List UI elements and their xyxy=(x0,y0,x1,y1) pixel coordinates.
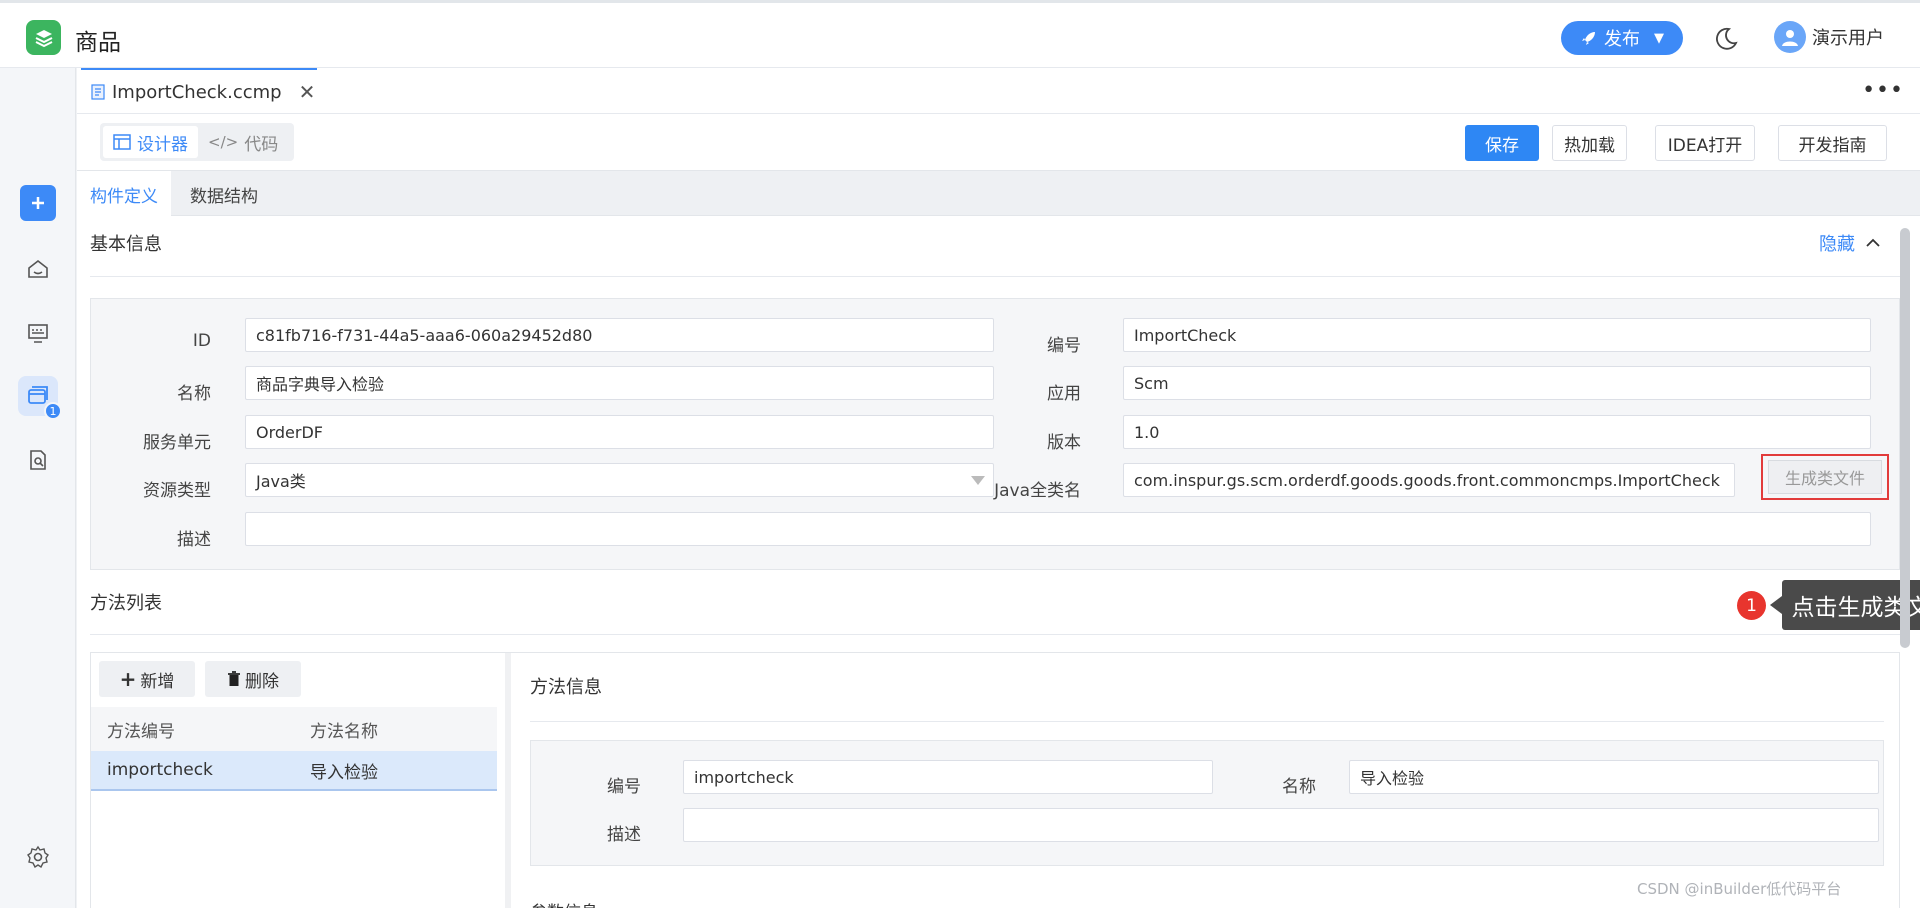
add-method-label: 新增 xyxy=(140,671,175,692)
user-avatar-icon xyxy=(1774,21,1806,53)
user-name: 演示用户 xyxy=(1812,28,1884,49)
close-icon[interactable]: ✕ xyxy=(299,80,316,104)
id-input[interactable]: c81fb716-f731-44a5-aaa6-060a29452d80 xyxy=(245,318,994,352)
method-list-title: 方法列表 xyxy=(90,593,162,614)
settings-gear-icon[interactable] xyxy=(18,837,58,877)
column-method-code: 方法编号 xyxy=(107,721,175,742)
plus-icon: + xyxy=(119,667,137,691)
rocket-icon xyxy=(1582,32,1595,45)
document-search-icon[interactable] xyxy=(18,440,58,480)
method-description-input[interactable] xyxy=(683,808,1879,842)
generate-class-highlight: 生成类文件 xyxy=(1761,454,1889,500)
method-info-title: 方法信息 xyxy=(530,677,602,698)
hot-reload-button[interactable]: 热加载 xyxy=(1552,125,1627,161)
tab-data-structure[interactable]: 数据结构 xyxy=(177,171,271,217)
section-divider xyxy=(90,634,1900,635)
java-classname-label: Java全类名 xyxy=(994,481,1081,501)
service-unit-input[interactable]: OrderDF xyxy=(245,415,994,449)
tab-component-definition[interactable]: 构件定义 xyxy=(77,171,171,217)
app-logo-icon[interactable] xyxy=(26,20,61,55)
more-dots-icon[interactable]: ••• xyxy=(1862,78,1904,103)
code-label: 代码 xyxy=(244,134,279,155)
app-title: 商品 xyxy=(75,30,121,56)
dev-guide-button[interactable]: 开发指南 xyxy=(1778,125,1887,161)
layout-icon xyxy=(113,134,131,150)
method-code-input[interactable]: importcheck xyxy=(683,760,1213,794)
method-name-input[interactable]: 导入检验 xyxy=(1349,760,1879,794)
code-label: 编号 xyxy=(1047,336,1081,356)
code-icon: </> xyxy=(208,133,239,151)
delete-method-button[interactable]: 删除 xyxy=(205,661,301,697)
java-classname-input[interactable]: com.inspur.gs.scm.orderdf.goods.goods.fr… xyxy=(1123,463,1735,497)
publish-label: 发布 xyxy=(1604,29,1640,50)
section-divider xyxy=(90,276,1900,277)
file-tab-importcheck[interactable]: ImportCheck.ccmp ✕ xyxy=(81,68,317,114)
section-divider xyxy=(530,721,1884,722)
resource-type-value: Java类 xyxy=(256,472,306,491)
basic-info-form: ID c81fb716-f731-44a5-aaa6-060a29452d80 … xyxy=(90,298,1900,570)
designer-view-button[interactable]: 设计器 xyxy=(103,126,198,158)
moon-icon[interactable] xyxy=(1713,26,1739,52)
resource-type-label: 资源类型 xyxy=(143,481,211,501)
method-info-form: 编号 importcheck 名称 导入检验 描述 xyxy=(530,740,1884,866)
description-label: 描述 xyxy=(177,530,211,550)
service-unit-label: 服务单元 xyxy=(143,433,211,453)
method-table-header: 方法编号 方法名称 xyxy=(91,707,497,751)
top-header: 商品 发布 ▼ 演示用户 xyxy=(0,0,1920,68)
components-icon[interactable]: 1 xyxy=(18,376,62,420)
components-badge: 1 xyxy=(44,402,62,420)
editor-toolbar: 设计器 </> 代码 保存 热加载 IDEA打开 开发指南 xyxy=(77,115,1920,169)
app-input[interactable]: Scm xyxy=(1123,366,1871,400)
publish-button[interactable]: 发布 ▼ xyxy=(1561,21,1683,55)
editor-area: ImportCheck.ccmp ✕ ••• 设计器 </> 代码 保存 热加载… xyxy=(77,68,1920,908)
collapse-label: 隐藏 xyxy=(1819,234,1855,255)
collapse-toggle[interactable]: 隐藏 xyxy=(1819,230,1881,256)
row-method-name: 导入检验 xyxy=(310,762,378,783)
app-label: 应用 xyxy=(1047,384,1081,404)
code-input[interactable]: ImportCheck xyxy=(1123,318,1871,352)
name-label: 名称 xyxy=(177,384,211,404)
method-description-label: 描述 xyxy=(607,825,641,845)
name-input[interactable]: 商品字典导入检验 xyxy=(245,366,994,400)
view-switch: 设计器 </> 代码 xyxy=(100,123,294,161)
chevron-up-icon xyxy=(1866,238,1880,247)
trash-icon xyxy=(228,671,240,686)
content-scrollbar[interactable] xyxy=(1900,228,1910,648)
method-name-label: 名称 xyxy=(1282,777,1316,797)
monitor-icon[interactable] xyxy=(18,313,58,353)
save-button[interactable]: 保存 xyxy=(1465,125,1539,161)
row-method-code: importcheck xyxy=(107,760,213,780)
watermark: CSDN @inBuilder低代码平台 xyxy=(1637,880,1842,898)
basic-info-title: 基本信息 xyxy=(90,234,162,255)
file-tab-name: ImportCheck.ccmp xyxy=(112,81,282,103)
resource-type-select[interactable]: Java类 xyxy=(245,463,994,497)
add-method-button[interactable]: + 新增 xyxy=(99,661,195,697)
caret-down-icon: ▼ xyxy=(1654,30,1664,46)
add-icon[interactable] xyxy=(20,185,56,221)
designer-label: 设计器 xyxy=(137,134,188,155)
delete-method-label: 删除 xyxy=(245,671,279,692)
parameter-info-title: 参数信息 xyxy=(530,898,598,908)
method-list: + 新增 删除 方法编号 方法名称 importcheck 导入检验 xyxy=(91,653,497,908)
content-panel: 基本信息 隐藏 ID c81fb716-f731-44a5-aaa6-060a2… xyxy=(77,216,1920,908)
version-label: 版本 xyxy=(1047,433,1081,453)
sub-tabs: 构件定义 数据结构 xyxy=(77,170,1920,217)
home-icon[interactable] xyxy=(18,249,58,289)
file-tab-bar: ImportCheck.ccmp ✕ ••• xyxy=(77,68,1920,114)
idea-open-button[interactable]: IDEA打开 xyxy=(1655,125,1755,161)
user-menu[interactable]: 演示用户 xyxy=(1774,21,1884,53)
file-icon xyxy=(91,84,105,100)
generate-class-button[interactable]: 生成类文件 xyxy=(1768,460,1882,494)
table-row[interactable]: importcheck 导入检验 xyxy=(91,751,497,791)
column-method-name: 方法名称 xyxy=(310,721,378,742)
code-view-button[interactable]: </> 代码 xyxy=(198,126,288,158)
id-label: ID xyxy=(192,331,211,351)
method-code-label: 编号 xyxy=(607,777,641,797)
version-input[interactable]: 1.0 xyxy=(1123,415,1871,449)
left-rail: 1 xyxy=(0,68,76,908)
step-badge: 1 xyxy=(1737,591,1766,620)
description-input[interactable] xyxy=(245,512,1871,546)
method-panel: + 新增 删除 方法编号 方法名称 importcheck 导入检验 方法信息 … xyxy=(90,652,1900,908)
method-info: 方法信息 编号 importcheck 名称 导入检验 描述 参数信息 xyxy=(511,653,1901,908)
